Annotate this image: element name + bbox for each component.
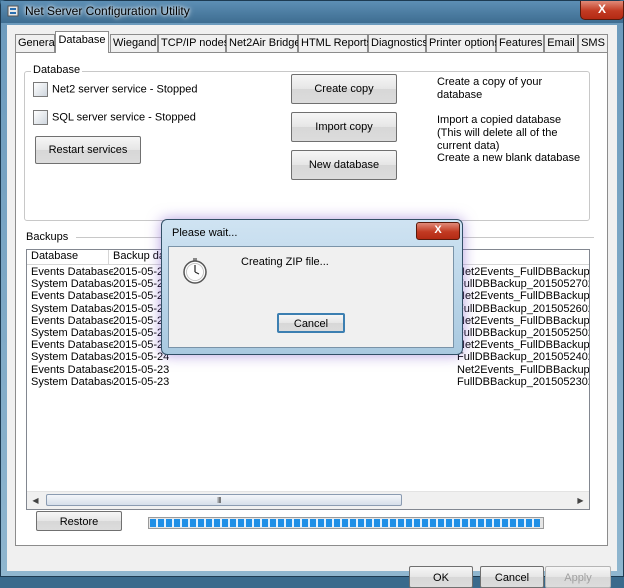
ok-button[interactable]: OK: [409, 566, 473, 588]
create-copy-button[interactable]: Create copy: [291, 74, 397, 104]
create-copy-description: Create a copy of your database: [437, 76, 543, 101]
cell-database: System Database: [31, 278, 113, 291]
tab-database[interactable]: Database: [55, 31, 109, 53]
cell-database: Events Database: [31, 363, 113, 376]
cell-database: System Database: [31, 302, 113, 315]
cell-database: Events Database: [31, 266, 113, 278]
cell-backup-date: 2015-05-23: [113, 375, 170, 388]
cell-backup-date: 2015-05-23: [113, 363, 170, 376]
cell-backup-file: FullDBBackup_20150524020C: [457, 351, 589, 364]
window-title: Net Server Configuration Utility: [25, 4, 190, 18]
dialog-cancel-button[interactable]: Cancel: [277, 313, 345, 333]
database-group: Database Net2 server service - Stopped S…: [24, 64, 590, 221]
scroll-right-arrow-icon[interactable]: ▶: [572, 492, 589, 509]
cell-backup-file: Net2Events_FullDBBackup_2: [457, 339, 590, 352]
scroll-thumb[interactable]: III: [46, 494, 402, 506]
scroll-grip: III: [217, 496, 222, 505]
new-database-button[interactable]: New database: [291, 150, 397, 180]
tab-email[interactable]: Email: [544, 34, 578, 52]
cell-backup-file: Net2Events_FullDBBackup_2: [457, 314, 590, 327]
horizontal-scrollbar[interactable]: ◀ III ▶: [27, 491, 589, 509]
net2-status-text: Net2 server service - Stopped: [52, 83, 198, 96]
sql-service-status: SQL server service - Stopped: [33, 110, 196, 126]
progress-fill: [150, 519, 541, 527]
tab-sms[interactable]: SMS: [578, 34, 608, 52]
cell-database: System Database: [31, 351, 113, 364]
dialog-close-button[interactable]: X: [416, 222, 460, 240]
app-icon: [7, 5, 19, 17]
backups-label: Backups: [26, 231, 73, 243]
dialog-title: Please wait...: [172, 227, 238, 239]
scroll-left-arrow-icon[interactable]: ◀: [27, 492, 44, 509]
service-icon: [33, 110, 48, 125]
tab-html-reports[interactable]: HTML Reports: [298, 34, 372, 52]
tab-strip: General Database Wiegand TCP/IP nodes Ne…: [15, 31, 615, 53]
tab-net2air-bridges[interactable]: Net2Air Bridges: [226, 34, 306, 52]
apply-button[interactable]: Apply: [545, 566, 611, 588]
cell-backup-file: Net2Events_FullDBBackup_2: [457, 266, 590, 278]
main-window: Net Server Configuration Utility X Gener…: [0, 0, 624, 588]
backup-progress-bar: [148, 517, 544, 529]
cell-backup-file: FullDBBackup_20150526020C: [457, 302, 589, 315]
sql-status-text: SQL server service - Stopped: [52, 111, 196, 124]
dialog-message: Creating ZIP file...: [241, 256, 329, 268]
window-close-button[interactable]: X: [580, 1, 624, 20]
column-header-database[interactable]: Database: [27, 250, 109, 264]
cell-database: System Database: [31, 375, 113, 388]
tab-printer-options[interactable]: Printer options: [426, 34, 500, 52]
cell-backup-file: Net2Events_FullDBBackup_2: [457, 363, 590, 376]
net2-service-status: Net2 server service - Stopped: [33, 82, 198, 98]
table-row[interactable]: System Database 2015-05-23 FullDBBackup_20…: [27, 375, 589, 388]
tab-wiegand[interactable]: Wiegand: [110, 34, 158, 52]
cell-database: System Database: [31, 327, 113, 339]
database-group-label: Database: [31, 64, 83, 76]
please-wait-dialog: Please wait... X Creating ZIP file... Ca…: [161, 219, 463, 355]
import-copy-description: Import a copied database (This will dele…: [437, 114, 562, 152]
dialog-body: Creating ZIP file... Cancel: [168, 246, 454, 348]
restart-services-button[interactable]: Restart services: [35, 136, 141, 164]
tab-features[interactable]: Features: [496, 34, 544, 52]
stopwatch-icon: [183, 258, 207, 284]
cell-database: Events Database: [31, 290, 113, 303]
tab-tcpip-nodes[interactable]: TCP/IP nodes: [158, 34, 229, 52]
cell-backup-file: FullDBBackup_20150527020C: [457, 278, 589, 291]
service-icon: [33, 82, 48, 97]
table-row[interactable]: Events Database 2015-05-23 Net2Events_Full…: [27, 363, 590, 376]
new-database-description: Create a new blank database: [437, 152, 581, 164]
cell-backup-file: FullDBBackup_20150523020C: [457, 375, 589, 388]
tab-diagnostics[interactable]: Diagnostics: [368, 34, 428, 52]
restore-button[interactable]: Restore: [36, 511, 122, 531]
cell-database: Events Database: [31, 314, 113, 327]
cell-database: Events Database: [31, 339, 113, 352]
cell-backup-file: Net2Events_FullDBBackup_2: [457, 290, 590, 303]
import-copy-button[interactable]: Import copy: [291, 112, 397, 142]
cell-backup-file: FullDBBackup_20150525020C: [457, 327, 589, 339]
cancel-button[interactable]: Cancel: [480, 566, 544, 588]
title-bar[interactable]: Net Server Configuration Utility X: [1, 1, 624, 23]
tab-general[interactable]: General: [15, 34, 57, 52]
